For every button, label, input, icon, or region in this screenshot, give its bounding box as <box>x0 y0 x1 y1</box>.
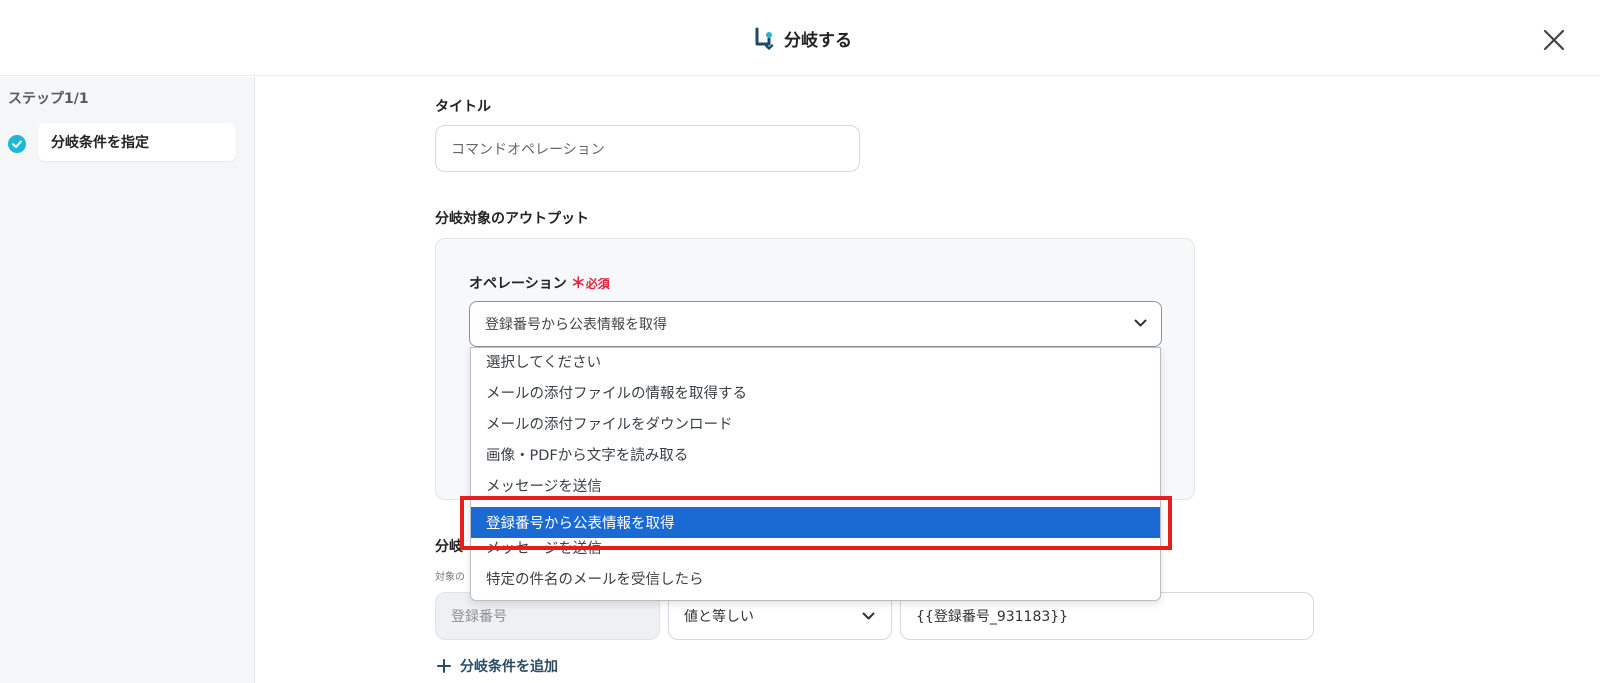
sidebar-step-item[interactable]: 分岐条件を指定 <box>38 123 236 161</box>
close-icon <box>1543 29 1565 51</box>
condition-operator-value: 値と等しい <box>684 609 754 625</box>
sidebar: ステップ1/1 分岐条件を指定 <box>0 77 255 683</box>
operation-select[interactable]: 登録番号から公表情報を取得 <box>469 301 1162 347</box>
dropdown-option[interactable]: メールの添付ファイルをダウンロード <box>471 408 1160 439</box>
modal-header: 分岐する <box>0 0 1600 76</box>
check-circle-icon <box>8 135 26 153</box>
plus-icon <box>437 659 451 673</box>
condition-section-subtext: 対象の <box>435 572 465 583</box>
condition-section-label: 分岐 <box>435 539 463 555</box>
dropdown-option[interactable]: 画像・PDFから文字を読み取る <box>471 439 1160 470</box>
chevron-down-icon <box>862 612 875 620</box>
title-label: タイトル <box>435 99 491 115</box>
chevron-down-icon <box>1134 319 1147 327</box>
dropdown-option[interactable]: メッセージを送信 <box>471 470 1160 501</box>
add-condition-label: 分岐条件を追加 <box>460 659 558 675</box>
step-counter: ステップ1/1 <box>8 91 89 107</box>
operation-select-value: 登録番号から公表情報を取得 <box>485 317 667 333</box>
operation-label: オペレーション ＊必須 <box>469 272 610 293</box>
operation-label-text: オペレーション <box>469 275 567 292</box>
add-condition-button[interactable]: 分岐条件を追加 <box>437 655 558 677</box>
dropdown-option[interactable]: 選択してください <box>471 348 1160 377</box>
close-button[interactable] <box>1538 24 1570 56</box>
title-input[interactable]: コマンドオペレーション <box>435 125 860 172</box>
operation-dropdown-list: 選択してください メールの添付ファイルの情報を取得する メールの添付ファイルをダ… <box>470 347 1161 601</box>
dropdown-option[interactable]: メッセージを送信 <box>471 532 1160 563</box>
header-title: 分岐する <box>752 24 852 52</box>
required-indicator: ＊必須 <box>570 274 610 292</box>
dropdown-option[interactable]: メールの添付ファイルの情報を取得する <box>471 377 1160 408</box>
branch-icon <box>755 27 774 50</box>
header-title-text: 分岐する <box>784 30 852 51</box>
dropdown-option[interactable]: 特定の件名のメールを受信したら <box>471 563 1160 594</box>
output-section-label: 分岐対象のアウトプット <box>435 211 589 227</box>
